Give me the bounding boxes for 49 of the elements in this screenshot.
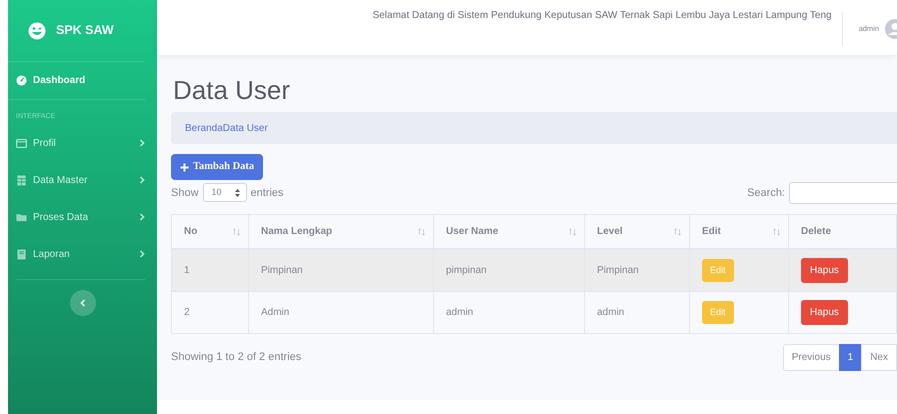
sort-icon: [569, 228, 576, 236]
table-cell: Pimpinan: [261, 265, 303, 276]
sort-icon: [674, 228, 681, 236]
folder-icon: [16, 212, 27, 222]
table-cell: 2: [184, 306, 190, 318]
sort-icon: [418, 228, 425, 236]
pagination-button[interactable]: 1: [838, 344, 862, 371]
table-cell: pimpinan: [446, 265, 487, 276]
sidebar-item[interactable]: Data Master: [8, 162, 157, 198]
entries-label: entries: [250, 186, 284, 201]
column-header[interactable]: User Name: [446, 224, 498, 240]
page-length-select[interactable]: 10: [202, 183, 247, 202]
sidebar-item[interactable]: Proses Data: [8, 198, 157, 236]
column-header[interactable]: No: [184, 224, 198, 240]
table-info: Showing 1 to 2 of 2 entries: [171, 350, 302, 366]
table-icon: [16, 174, 27, 186]
sidebar-item[interactable]: Dashboard: [8, 62, 157, 99]
gauge-icon: [16, 75, 27, 86]
table-cell: admin: [597, 306, 624, 318]
plus-icon: [180, 162, 189, 172]
search-field[interactable]: [789, 182, 897, 204]
sidebar-toggle-icon[interactable]: [70, 290, 96, 316]
book-icon: [16, 248, 27, 260]
welcome-text: Selamat Datang di Sistem Pendukung Keputusan SAW Ternak Sapi Lembu Jaya Lestari Lampung Teng: [372, 9, 832, 23]
smiley-logo-icon: [28, 22, 46, 40]
sort-icon: [233, 228, 240, 236]
window-icon: [16, 138, 27, 148]
column-header[interactable]: Level: [597, 224, 623, 240]
sidebar-item[interactable]: Laporan: [8, 236, 157, 272]
show-label: Show: [171, 186, 199, 201]
sort-icon: [773, 228, 780, 236]
pagination-button[interactable]: Previous: [782, 344, 840, 371]
sidebar-item[interactable]: Profil: [8, 124, 157, 162]
delete-button[interactable]: Hapus: [801, 258, 848, 284]
page-title: Data User: [173, 75, 292, 106]
table-cell: 1: [184, 265, 190, 276]
delete-button[interactable]: Hapus: [801, 300, 848, 325]
brand-name: SPK SAW: [56, 22, 114, 40]
column-header[interactable]: Delete: [801, 224, 832, 240]
search-label: Search:: [747, 186, 785, 201]
table-cell: admin: [446, 306, 474, 318]
table-cell: Admin: [261, 306, 290, 318]
table-cell: Pimpinan: [597, 265, 639, 276]
sort-caret-icon: [234, 188, 240, 197]
pagination-button[interactable]: Nex: [861, 344, 897, 371]
column-header[interactable]: Nama Lengkap: [261, 224, 332, 240]
column-header[interactable]: Edit: [702, 224, 721, 240]
breadcrumb-text[interactable]: BerandaData User: [185, 120, 268, 136]
add-data-button[interactable]: Tambah Data: [171, 154, 264, 180]
